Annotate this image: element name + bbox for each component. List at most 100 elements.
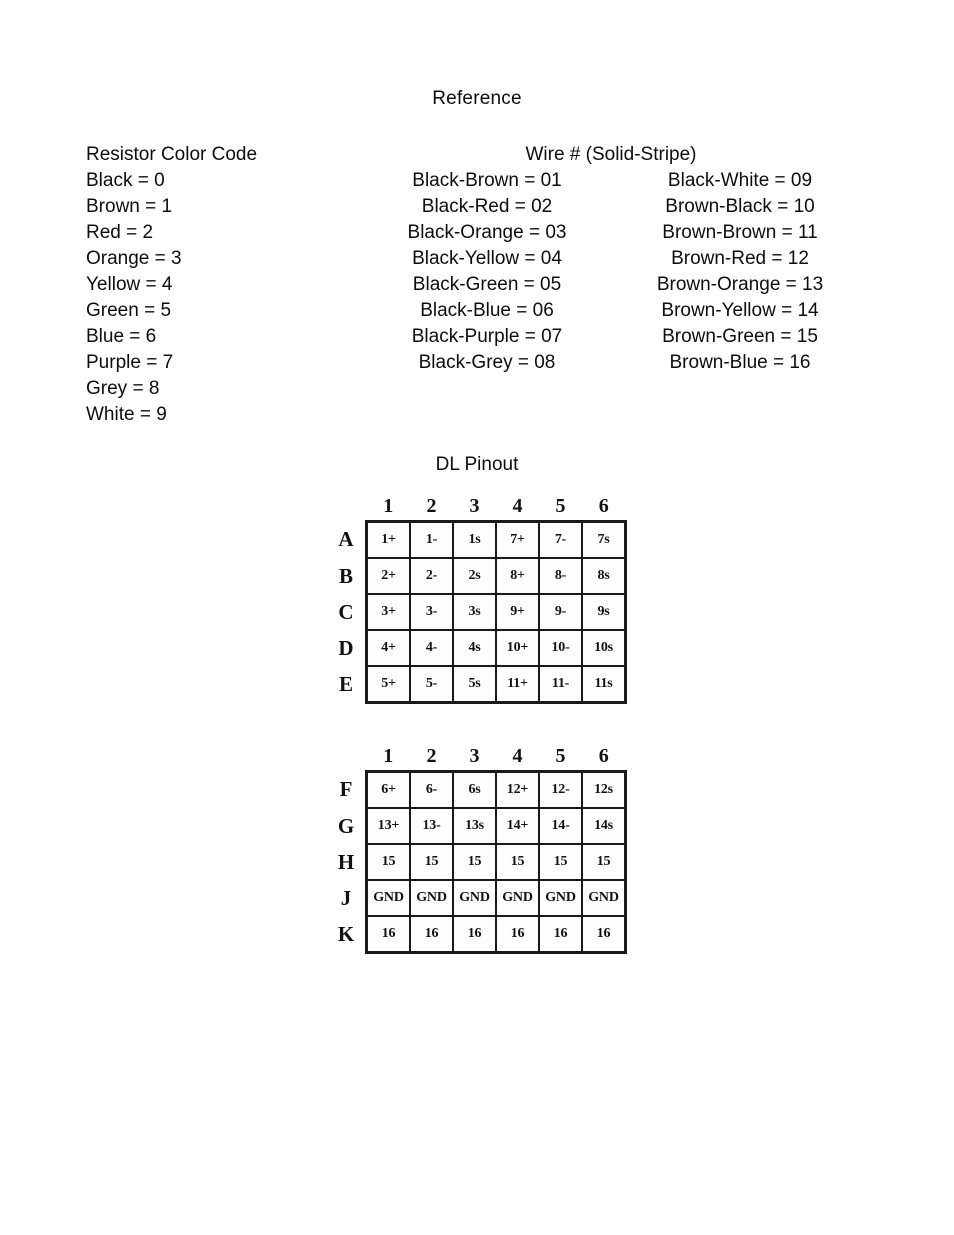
table-cell: 1+ <box>365 520 411 559</box>
table-cell: GND <box>452 879 497 917</box>
table-cell: 5- <box>409 665 454 704</box>
table-cell: 5s <box>452 665 497 704</box>
table-cell: GND <box>581 879 627 917</box>
table-cell: 4+ <box>365 629 411 667</box>
table-cell: 9+ <box>495 593 540 631</box>
list-item: Brown-Green = 15 <box>662 326 818 347</box>
table-cell: 3s <box>452 593 497 631</box>
table-row: H 15 15 15 15 15 15 <box>327 843 627 881</box>
table-row: C 3+ 3- 3s 9+ 9- 9s <box>327 593 627 631</box>
table-cell: 2+ <box>365 557 411 595</box>
list-item: Blue = 6 <box>86 326 157 347</box>
table-cell: 6- <box>409 770 454 809</box>
table-cell: 14s <box>581 807 627 845</box>
table-header-row: 1 2 3 4 5 6 <box>327 742 626 772</box>
column-header: 4 <box>512 495 523 517</box>
page-title: Reference <box>432 88 522 109</box>
table-row: G 13+ 13- 13s 14+ 14- 14s <box>327 807 627 845</box>
pinout-table-a-e-body: A 1+ 1- 1s 7+ 7- 7s B 2+ 2- 2s 8+ 8- 8s <box>327 520 627 704</box>
document-page: Reference Wire # (Solid-Stripe) Resistor… <box>0 0 954 1235</box>
pinout-table-a-e-head: 1 2 3 4 5 6 <box>327 492 626 522</box>
list-item: Purple = 7 <box>86 352 174 373</box>
table-header-row: 1 2 3 4 5 6 <box>327 492 626 522</box>
table-cell: 16 <box>365 915 411 954</box>
table-corner-cell <box>327 742 367 772</box>
table-cell: 2s <box>452 557 497 595</box>
table-cell: 5+ <box>365 665 411 704</box>
column-header: 3 <box>469 745 480 767</box>
table-cell: 4- <box>409 629 454 667</box>
row-label: J <box>340 885 352 910</box>
table-cell: 14- <box>538 807 583 845</box>
table-cell: 10s <box>581 629 627 667</box>
resistor-section-heading: Resistor Color Code <box>86 144 258 165</box>
list-item: Brown-Yellow = 14 <box>661 300 819 321</box>
table-cell: 6+ <box>365 770 411 809</box>
table-cell: 16 <box>495 915 540 954</box>
table-cell: 1s <box>452 520 497 559</box>
list-item: Brown-Blue = 16 <box>669 352 811 373</box>
pinout-table-a-e: 1 2 3 4 5 6 A 1+ 1- 1s 7+ 7- 7s B 2+ 2- … <box>327 492 627 704</box>
list-item: Black = 0 <box>86 170 165 191</box>
row-label: E <box>338 671 353 696</box>
table-row: J GND GND GND GND GND GND <box>327 879 627 917</box>
wire-number-column-left: Black-Brown = 01 Black-Red = 02 Black-Or… <box>352 142 622 376</box>
table-cell: 2- <box>409 557 454 595</box>
table-cell: 11+ <box>495 665 540 704</box>
table-cell: 12- <box>538 770 583 809</box>
table-cell: 8+ <box>495 557 540 595</box>
list-item: Black-Orange = 03 <box>407 222 567 243</box>
table-cell: 3- <box>409 593 454 631</box>
table-cell: 9s <box>581 593 627 631</box>
table-row: A 1+ 1- 1s 7+ 7- 7s <box>327 520 627 559</box>
table-cell: 4s <box>452 629 497 667</box>
row-label: A <box>338 527 354 552</box>
table-cell: 11- <box>538 665 583 704</box>
column-header: 6 <box>598 495 609 517</box>
table-cell: 16 <box>581 915 627 954</box>
table-row: D 4+ 4- 4s 10+ 10- 10s <box>327 629 627 667</box>
table-cell: GND <box>538 879 583 917</box>
list-item: Black-Green = 05 <box>412 274 562 295</box>
list-item: Brown = 1 <box>86 196 173 217</box>
column-header: 2 <box>426 745 437 767</box>
table-row: E 5+ 5- 5s 11+ 11- 11s <box>327 665 627 704</box>
wire-number-column-right: Black-White = 09 Brown-Black = 10 Brown-… <box>610 142 870 376</box>
wire-left-entry-list: Black-Brown = 01 Black-Red = 02 Black-Or… <box>352 168 622 376</box>
table-cell: 11s <box>581 665 627 704</box>
table-cell: GND <box>409 879 454 917</box>
list-item: Black-Yellow = 04 <box>412 248 562 269</box>
list-item: Green = 5 <box>86 300 172 321</box>
row-label: K <box>337 921 355 946</box>
wire-left-heading-spacer <box>352 142 622 168</box>
pinout-table-f-k-wrapper: 1 2 3 4 5 6 F 6+ 6- 6s 12+ 12- 12s G 13+… <box>327 742 627 954</box>
table-cell: GND <box>365 879 411 917</box>
table-cell: 15 <box>538 843 583 881</box>
resistor-color-code-column: Resistor Color Code Black = 0 Brown = 1 … <box>86 142 346 428</box>
table-cell: 9- <box>538 593 583 631</box>
list-item: Red = 2 <box>86 222 154 243</box>
list-item: White = 9 <box>86 404 167 425</box>
table-cell: 13s <box>452 807 497 845</box>
pinout-table-f-k: 1 2 3 4 5 6 F 6+ 6- 6s 12+ 12- 12s G 13+… <box>327 742 627 954</box>
table-cell: 8s <box>581 557 627 595</box>
table-cell: 13+ <box>365 807 411 845</box>
pinout-table-f-k-body: F 6+ 6- 6s 12+ 12- 12s G 13+ 13- 13s 14+… <box>327 770 627 954</box>
column-header: 1 <box>383 495 394 517</box>
table-cell: 15 <box>581 843 627 881</box>
row-label: F <box>339 777 353 802</box>
list-item: Black-Red = 02 <box>421 196 553 217</box>
table-cell: 13- <box>409 807 454 845</box>
pinout-table-a-e-wrapper: 1 2 3 4 5 6 A 1+ 1- 1s 7+ 7- 7s B 2+ 2- … <box>327 492 627 704</box>
list-item: Black-Purple = 07 <box>411 326 563 347</box>
table-cell: 15 <box>495 843 540 881</box>
table-cell: 16 <box>452 915 497 954</box>
column-header: 4 <box>512 745 523 767</box>
list-item: Black-Blue = 06 <box>420 300 554 321</box>
column-header: 5 <box>555 495 566 517</box>
column-header: 3 <box>469 495 480 517</box>
table-row: K 16 16 16 16 16 16 <box>327 915 627 954</box>
table-cell: 10+ <box>495 629 540 667</box>
list-item: Black-Brown = 01 <box>412 170 562 191</box>
table-cell: 14+ <box>495 807 540 845</box>
